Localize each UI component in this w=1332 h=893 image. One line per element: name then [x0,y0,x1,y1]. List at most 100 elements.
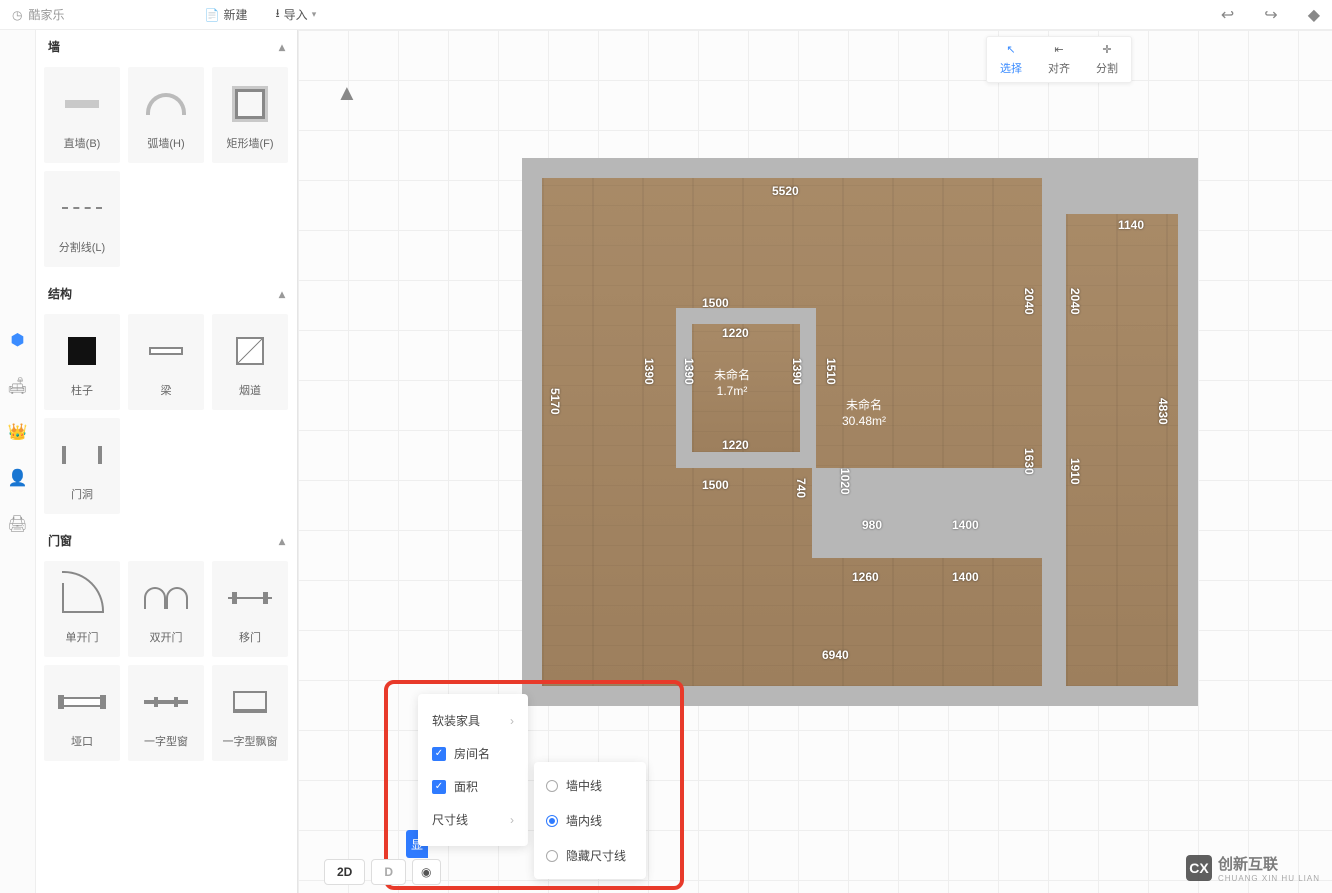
radio-icon [546,850,558,862]
dim-label: 4830 [1156,398,1170,425]
tile-label: 弧墙(H) [147,135,184,151]
floorplan[interactable]: 5520 1140 5170 1500 1220 1390 1390 1390 … [522,158,1198,706]
radio-wall-inner[interactable]: 墙内线 [534,803,646,838]
watermark-logo-icon: CX [1186,855,1212,881]
dim-label: 1390 [790,358,804,385]
left-nav: ⬢ 🛋 👑 👤 🖨 [0,30,36,893]
diamond-icon[interactable]: ◆ [1308,5,1320,25]
tool-opening[interactable]: 门洞 [44,418,120,514]
nav-home-icon[interactable]: ⬢ [8,330,28,350]
dim-label: 740 [794,478,808,498]
chevron-right-icon: › [510,813,514,827]
compass-icon: ▲ [336,80,358,106]
nav-furniture-icon[interactable]: 🛋 [8,376,28,396]
section-wall-header[interactable]: 墙 ▴ [36,30,297,63]
dim-label: 1260 [852,570,879,584]
radio-wall-center[interactable]: 墙中线 [534,768,646,803]
canvas[interactable]: ▲ ↖选择 ⇤对齐 ✛分割 5520 1140 5170 1500 1220 1… [298,30,1332,893]
dim-label: 1630 [1022,448,1036,475]
eye-icon: ◉ [421,865,431,879]
tool-column[interactable]: 柱子 [44,314,120,410]
tool-single-door[interactable]: 单开门 [44,561,120,657]
room-right[interactable] [1066,214,1178,686]
dim-label: 6940 [822,648,849,662]
opt-label: 房间名 [454,745,490,762]
clock-icon: ◷ [12,8,22,22]
tile-label: 柱子 [71,382,93,398]
watermark: CX 创新互联 CHUANG XIN HU LIAN [1186,853,1320,883]
tool-flue[interactable]: 烟道 [212,314,288,410]
nav-crown-icon[interactable]: 👑 [8,422,28,442]
tile-label: 单开门 [66,629,99,645]
section-wall-title: 墙 [48,38,60,55]
redo-icon[interactable]: ↪ [1264,5,1277,25]
opt-label: 面积 [454,778,478,795]
room-label-small: 未命名 1.7m² [714,368,750,399]
opt-label: 尺寸线 [432,811,468,828]
section-doorwin-header[interactable]: 门窗 ▴ [36,524,297,557]
room-area: 30.48m² [842,414,886,428]
tool-beam[interactable]: 梁 [128,314,204,410]
opt-soft-furniture[interactable]: 软装家具› [418,704,528,737]
line-window-icon [144,700,188,704]
split-line-icon [62,207,102,209]
tool-split-line[interactable]: 分割线(L) [44,171,120,267]
radio-icon [546,780,558,792]
dim-label: 980 [862,518,882,532]
radio-label: 墙中线 [566,777,602,794]
mode-select[interactable]: ↖选择 [987,37,1035,82]
room-name: 未命名 [846,398,882,412]
dim-label: 5520 [772,184,799,198]
tool-slide-door[interactable]: 移门 [212,561,288,657]
dim-label: 1910 [1068,458,1082,485]
opt-dim-line[interactable]: 尺寸线 › [418,803,528,836]
tool-double-door[interactable]: 双开门 [128,561,204,657]
tile-label: 门洞 [71,486,93,502]
import-icon: ⭳ [275,4,279,25]
import-button[interactable]: ⭳ 导入 ▾ [275,4,316,25]
tool-arc-wall[interactable]: 弧墙(H) [128,67,204,163]
tool-line-window[interactable]: 一字型窗 [128,665,204,761]
radio-checked-icon [546,815,558,827]
section-struct-header[interactable]: 结构 ▴ [36,277,297,310]
new-file-button[interactable]: 📄 新建 [205,4,248,25]
dim-line-submenu: 墙中线 墙内线 隐藏尺寸线 [534,762,646,879]
dim-label: 2040 [1022,288,1036,315]
cursor-icon: ↖ [1006,43,1015,56]
opt-area[interactable]: ✓ 面积 [418,770,528,803]
tile-label: 垭口 [71,733,93,749]
nav-print-icon[interactable]: 🖨 [8,514,28,534]
tool-panel: 墙 ▴ 直墙(B) 弧墙(H) 矩形墙(F) 分割线(L) 结构 ▴ 柱子 梁 … [36,30,298,893]
tile-label: 直墙(B) [64,135,101,151]
radio-label: 墙内线 [566,812,602,829]
single-door-icon [62,583,102,613]
dim-label: 1020 [838,468,852,495]
tool-straight-wall[interactable]: 直墙(B) [44,67,120,163]
file-icon: 📄 [205,8,220,22]
column-icon [68,337,96,365]
view-eye-button[interactable]: ◉ [412,859,440,885]
mode-align[interactable]: ⇤对齐 [1035,37,1083,82]
chevron-right-icon: › [510,714,514,728]
tool-yakou[interactable]: 垭口 [44,665,120,761]
section-doorwin-title: 门窗 [48,532,72,549]
radio-hide-dim[interactable]: 隐藏尺寸线 [534,838,646,873]
undo-icon[interactable]: ↩ [1221,5,1234,25]
view-3d-button[interactable]: D [371,859,406,885]
view-2d-button[interactable]: 2D [324,859,365,885]
tool-bay-window[interactable]: 一字型飘窗 [212,665,288,761]
app-logo: ◷ 酷家乐 [12,6,65,23]
opt-room-name[interactable]: ✓房间名 [418,737,528,770]
tile-label: 分割线(L) [59,239,105,255]
flue-icon [236,337,264,365]
wall-segment [1042,178,1066,214]
dim-label: 2040 [1068,288,1082,315]
mode-split[interactable]: ✛分割 [1083,37,1131,82]
yakou-icon [60,697,104,707]
checkbox-checked-icon: ✓ [432,780,446,794]
tool-rect-wall[interactable]: 矩形墙(F) [212,67,288,163]
nav-user-icon[interactable]: 👤 [8,468,28,488]
watermark-sub: CHUANG XIN HU LIAN [1218,874,1320,883]
display-options-popup: 软装家具› ✓房间名 ✓ 面积 尺寸线 › [418,694,528,846]
dim-label: 1500 [702,296,729,310]
